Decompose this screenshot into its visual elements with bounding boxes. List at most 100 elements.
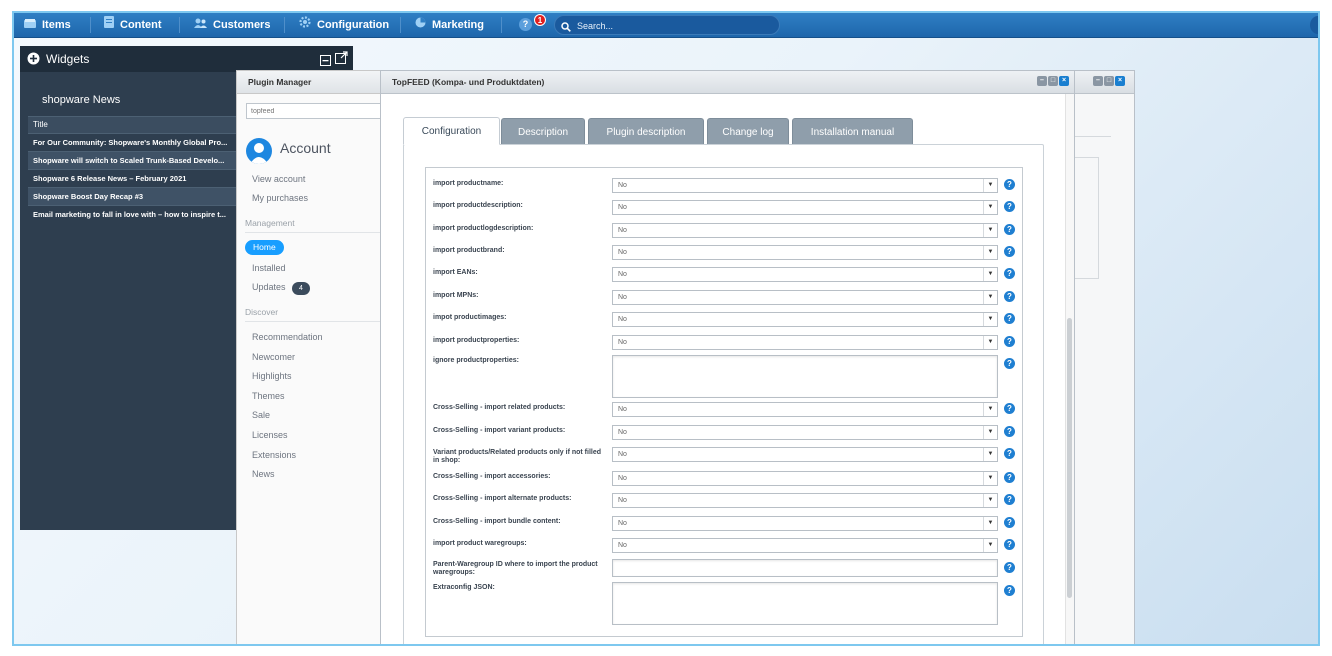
chevron-down-icon[interactable]: ▼: [983, 517, 997, 530]
chevron-down-icon[interactable]: ▼: [983, 246, 997, 259]
chevron-down-icon[interactable]: ▼: [983, 426, 997, 439]
help-icon[interactable]: ?: [1004, 426, 1015, 437]
field-select[interactable]: No ▼: [612, 493, 998, 508]
field-select[interactable]: No ▼: [612, 312, 998, 327]
chevron-down-icon[interactable]: ▼: [983, 268, 997, 281]
discover-item-sale[interactable]: Sale: [252, 410, 270, 420]
tab-configuration[interactable]: Configuration: [403, 117, 500, 145]
background-window: – □ ×: [1075, 70, 1135, 644]
minimize-widgets-icon[interactable]: [320, 53, 331, 71]
help-icon[interactable]: ?: [519, 18, 532, 31]
field-select[interactable]: No ▼: [612, 402, 998, 417]
news-item[interactable]: Shopware Boost Day Recap #3: [28, 187, 240, 205]
help-icon[interactable]: ?: [1004, 246, 1015, 257]
field-select[interactable]: No ▼: [612, 425, 998, 440]
field-select[interactable]: No ▼: [612, 267, 998, 282]
installed-nav-item[interactable]: Installed: [252, 263, 286, 273]
close-icon[interactable]: ×: [1115, 76, 1125, 86]
news-item[interactable]: Email marketing to fall in love with – h…: [28, 205, 240, 223]
discover-item-recommendation[interactable]: Recommendation: [252, 332, 323, 342]
discover-item-newcomer[interactable]: Newcomer: [252, 352, 295, 362]
field-select[interactable]: No ▼: [612, 178, 998, 193]
discover-item-highlights[interactable]: Highlights: [252, 371, 292, 381]
discover-item-news[interactable]: News: [252, 469, 275, 479]
discover-item-licenses[interactable]: Licenses: [252, 430, 288, 440]
nav-marketing[interactable]: Marketing: [415, 13, 484, 37]
my-purchases-link[interactable]: My purchases: [252, 193, 308, 203]
maximize-icon[interactable]: □: [1048, 76, 1058, 86]
help-icon[interactable]: ?: [1004, 517, 1015, 528]
discover-item-themes[interactable]: Themes: [252, 391, 285, 401]
field-select[interactable]: No ▼: [612, 447, 998, 462]
maximize-icon[interactable]: □: [1104, 76, 1114, 86]
field-select[interactable]: No ▼: [612, 471, 998, 486]
global-search[interactable]: [554, 15, 780, 35]
help-icon[interactable]: ?: [1004, 291, 1015, 302]
nav-content[interactable]: Content: [104, 13, 162, 37]
view-account-link[interactable]: View account: [252, 174, 305, 184]
chevron-down-icon[interactable]: ▼: [983, 179, 997, 192]
plugin-search-input[interactable]: [246, 103, 386, 119]
chevron-down-icon[interactable]: ▼: [983, 201, 997, 214]
chevron-down-icon[interactable]: ▼: [983, 403, 997, 416]
tab-installation-manual[interactable]: Installation manual: [792, 118, 913, 145]
field-textarea[interactable]: [612, 582, 998, 625]
help-icon[interactable]: ?: [1004, 494, 1015, 505]
field-select[interactable]: No ▼: [612, 290, 998, 305]
field-text-input[interactable]: [612, 559, 998, 577]
scrollbar-thumb[interactable]: [1067, 318, 1072, 598]
add-widget-icon[interactable]: [27, 52, 40, 70]
search-input[interactable]: [575, 17, 775, 34]
chevron-down-icon[interactable]: ▼: [983, 472, 997, 485]
news-item[interactable]: Shopware will switch to Scaled Trunk-Bas…: [28, 151, 240, 169]
help-icon[interactable]: ?: [1004, 585, 1015, 596]
chevron-down-icon[interactable]: ▼: [983, 494, 997, 507]
tab-change-log[interactable]: Change log: [707, 118, 789, 145]
help-icon[interactable]: ?: [1004, 224, 1015, 235]
field-select[interactable]: No ▼: [612, 245, 998, 260]
chevron-down-icon[interactable]: ▼: [983, 539, 997, 552]
help-icon[interactable]: ?: [1004, 268, 1015, 279]
news-item[interactable]: For Our Community: Shopware's Monthly Gl…: [28, 133, 240, 151]
help-icon[interactable]: ?: [1004, 358, 1015, 369]
nav-configuration[interactable]: Configuration: [299, 13, 389, 37]
field-select[interactable]: No ▼: [612, 200, 998, 215]
help-icon[interactable]: ?: [1004, 336, 1015, 347]
minimize-icon[interactable]: –: [1037, 76, 1047, 86]
chevron-down-icon[interactable]: ▼: [983, 313, 997, 326]
user-menu-icon[interactable]: [1310, 16, 1318, 34]
help-icon[interactable]: ?: [1004, 201, 1015, 212]
field-select[interactable]: No ▼: [612, 335, 998, 350]
nav-customers[interactable]: Customers: [194, 13, 270, 37]
chevron-down-icon[interactable]: ▼: [983, 291, 997, 304]
plugin-window-title: TopFEED (Kompa- und Produktdaten): [381, 71, 1074, 94]
nav-marketing-label: Marketing: [432, 19, 484, 31]
help-icon[interactable]: ?: [1004, 539, 1015, 550]
open-external-icon[interactable]: [335, 51, 348, 69]
help-icon[interactable]: ?: [1004, 179, 1015, 190]
minimize-icon[interactable]: –: [1093, 76, 1103, 86]
notification-badge[interactable]: 1: [534, 14, 546, 26]
field-textarea[interactable]: [612, 355, 998, 398]
help-icon[interactable]: ?: [1004, 562, 1015, 573]
help-icon[interactable]: ?: [1004, 472, 1015, 483]
updates-nav-item[interactable]: Updates: [252, 282, 286, 292]
field-select[interactable]: No ▼: [612, 538, 998, 553]
field-select[interactable]: No ▼: [612, 223, 998, 238]
tab-description[interactable]: Description: [501, 118, 585, 145]
discover-section-label: Discover: [245, 307, 279, 317]
home-nav-item[interactable]: Home: [245, 240, 284, 255]
close-icon[interactable]: ×: [1059, 76, 1069, 86]
nav-items[interactable]: Items: [24, 13, 71, 37]
tab-plugin-description[interactable]: Plugin description: [588, 118, 704, 145]
chevron-down-icon[interactable]: ▼: [983, 336, 997, 349]
field-select[interactable]: No ▼: [612, 516, 998, 531]
discover-item-extensions[interactable]: Extensions: [252, 450, 296, 460]
help-icon[interactable]: ?: [1004, 448, 1015, 459]
help-icon[interactable]: ?: [1004, 313, 1015, 324]
chevron-down-icon[interactable]: ▼: [983, 224, 997, 237]
help-icon[interactable]: ?: [1004, 403, 1015, 414]
news-item[interactable]: Shopware 6 Release News – February 2021: [28, 169, 240, 187]
scrollbar[interactable]: [1065, 94, 1074, 644]
chevron-down-icon[interactable]: ▼: [983, 448, 997, 461]
